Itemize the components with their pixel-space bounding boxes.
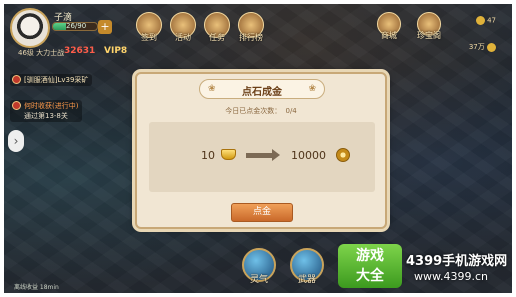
watermark-line2: 大全 — [356, 268, 384, 284]
quest-subtitle: 通过第13-8关 — [24, 112, 68, 120]
dialog-title: 点石成金 — [242, 87, 282, 98]
expand-arrow-icon[interactable]: › — [8, 130, 24, 152]
count-value: 0/4 — [285, 107, 297, 115]
cost-value: 10 — [201, 149, 215, 162]
coin-icon — [336, 148, 350, 162]
ornament-icon: ❀ — [208, 84, 216, 94]
coin-icon — [487, 42, 496, 52]
gain-value: 10000 — [291, 149, 326, 162]
arrow-right-icon — [246, 149, 280, 161]
menu-label: 珍宝阁 — [417, 31, 441, 40]
daily-count: 今日已点金次数： 0/4 — [137, 106, 385, 116]
player-avatar[interactable] — [10, 8, 50, 48]
watermark-url: www.4399.cn — [414, 270, 488, 283]
quest-icon — [12, 75, 21, 84]
gold-icon — [475, 16, 485, 25]
menu-item-treasure[interactable]: 珍宝阁 — [412, 12, 446, 41]
exchange-panel: 10 10000 — [149, 122, 375, 192]
gold-ingot-icon — [221, 149, 236, 160]
menu-item-sign-in[interactable]: 签到 — [134, 12, 164, 48]
quest-title: 何时收获(进行中) — [24, 102, 79, 110]
spirit-button[interactable]: 灵气 — [240, 248, 278, 285]
menu-item-ranking[interactable]: 排行榜 — [236, 12, 266, 48]
quest-title: [驯服酒仙]Lv39采矿 — [24, 76, 89, 84]
right-menu: 商城 珍宝阁 — [372, 12, 446, 41]
coin-amount: 37万 — [468, 43, 485, 51]
count-label: 今日已点金次数： — [225, 107, 282, 115]
confirm-alchemy-button[interactable]: 点金 — [231, 203, 293, 222]
weapon-label: 武器 — [297, 275, 316, 285]
ornament-icon: ❀ — [308, 84, 316, 94]
watermark-line1: 游戏 — [356, 248, 384, 264]
spirit-label: 灵气 — [249, 275, 268, 285]
menu-item-task[interactable]: 任务 — [202, 12, 232, 48]
gold-counter: 47 — [475, 16, 496, 25]
menu-label: 活动 — [175, 33, 191, 42]
game-scene: 子滴 26/90 + 46级 大力士战 32631 VIP8 签到 活动 任务 … — [4, 4, 512, 293]
combat-power: 32631 — [64, 46, 96, 56]
quest-icon — [12, 101, 21, 110]
quest-item[interactable]: 何时收获(进行中) 通过第13-8关 — [10, 100, 83, 122]
alchemy-dialog: ❀ 点石成金 ❀ 今日已点金次数： 0/4 10 10000 点金 — [135, 72, 387, 229]
hp-text: 26/90 — [66, 22, 87, 30]
top-menu: 签到 活动 任务 排行榜 — [134, 12, 266, 48]
add-hp-button[interactable]: + — [98, 20, 112, 34]
menu-item-shop[interactable]: 商城 — [372, 12, 406, 41]
offline-income-text: 离线收益 18min — [14, 284, 59, 291]
menu-item-event[interactable]: 活动 — [168, 12, 198, 48]
menu-label: 排行榜 — [239, 33, 263, 42]
dialog-title-bar: ❀ 点石成金 ❀ — [199, 79, 325, 99]
watermark-text: 4399手机游戏网 — [406, 254, 508, 269]
menu-label: 任务 — [209, 33, 225, 42]
menu-label: 签到 — [141, 33, 157, 42]
hp-bar-fill — [53, 23, 66, 30]
player-level: 46级 大力士战 — [18, 49, 65, 57]
gold-amount: 47 — [487, 16, 496, 25]
quest-item[interactable]: [驯服酒仙]Lv39采矿 — [10, 74, 93, 86]
vip-badge[interactable]: VIP8 — [104, 46, 127, 56]
weapon-button[interactable]: 武器 — [288, 248, 326, 285]
watermark-logo: 游戏 大全 — [338, 244, 402, 288]
menu-label: 商城 — [381, 31, 397, 40]
coin-counter: 37万 — [469, 42, 496, 52]
